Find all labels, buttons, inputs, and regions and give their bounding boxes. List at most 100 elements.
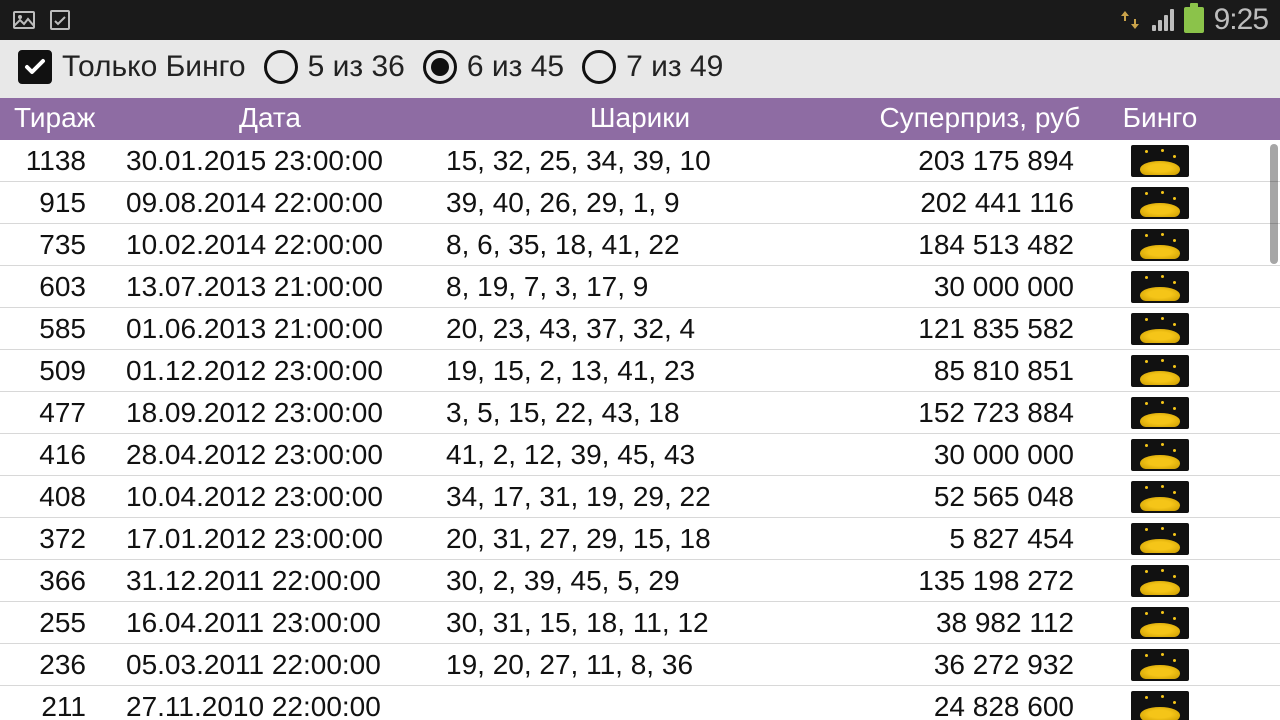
- cell-draw: 735: [0, 227, 110, 263]
- cell-draw: 211: [0, 689, 110, 720]
- cell-date: 10.02.2014 22:00:00: [110, 227, 430, 263]
- bingo-gold-icon: [1131, 229, 1189, 261]
- cell-draw: 236: [0, 647, 110, 683]
- radio-7-of-49[interactable]: 7 из 49: [582, 50, 723, 84]
- cell-draw: 1138: [0, 143, 110, 179]
- cell-date: 28.04.2012 23:00:00: [110, 437, 430, 473]
- cell-bingo: [1110, 689, 1210, 720]
- table-row[interactable]: 47718.09.2012 23:00:003, 5, 15, 22, 43, …: [0, 392, 1280, 434]
- checkbox-checked-icon: [18, 50, 52, 84]
- bingo-gold-icon: [1131, 691, 1189, 720]
- cell-bingo: [1110, 521, 1210, 557]
- cell-prize: 5 827 454: [850, 521, 1110, 557]
- bingo-gold-icon: [1131, 481, 1189, 513]
- cell-prize: 36 272 932: [850, 647, 1110, 683]
- bingo-gold-icon: [1131, 145, 1189, 177]
- cell-bingo: [1110, 605, 1210, 641]
- radio-5-of-36[interactable]: 5 из 36: [264, 50, 405, 84]
- cell-draw: 366: [0, 563, 110, 599]
- status-bar: 9:25: [0, 0, 1280, 40]
- header-draw[interactable]: Тираж: [0, 102, 110, 134]
- cell-bingo: [1110, 227, 1210, 263]
- status-clock: 9:25: [1214, 3, 1268, 37]
- bingo-gold-icon: [1131, 397, 1189, 429]
- cell-prize: 121 835 582: [850, 311, 1110, 347]
- table-row[interactable]: 23605.03.2011 22:00:0019, 20, 27, 11, 8,…: [0, 644, 1280, 686]
- cell-balls: 30, 31, 15, 18, 11, 12: [430, 605, 850, 641]
- cell-prize: 24 828 600: [850, 689, 1110, 720]
- cell-bingo: [1110, 437, 1210, 473]
- table-row[interactable]: 41628.04.2012 23:00:0041, 2, 12, 39, 45,…: [0, 434, 1280, 476]
- radio-icon: [582, 50, 616, 84]
- cell-draw: 255: [0, 605, 110, 641]
- cell-balls: [430, 705, 850, 709]
- cell-prize: 184 513 482: [850, 227, 1110, 263]
- cell-bingo: [1110, 311, 1210, 347]
- bingo-gold-icon: [1131, 187, 1189, 219]
- table-row[interactable]: 58501.06.2013 21:00:0020, 23, 43, 37, 32…: [0, 308, 1280, 350]
- cell-date: 01.06.2013 21:00:00: [110, 311, 430, 347]
- table-row[interactable]: 113830.01.2015 23:00:0015, 32, 25, 34, 3…: [0, 140, 1280, 182]
- cell-balls: 20, 23, 43, 37, 32, 4: [430, 311, 850, 347]
- cell-bingo: [1110, 563, 1210, 599]
- cell-balls: 3, 5, 15, 22, 43, 18: [430, 395, 850, 431]
- cell-balls: 15, 32, 25, 34, 39, 10: [430, 143, 850, 179]
- bingo-gold-icon: [1131, 355, 1189, 387]
- cell-bingo: [1110, 143, 1210, 179]
- table-row[interactable]: 36631.12.2011 22:00:0030, 2, 39, 45, 5, …: [0, 560, 1280, 602]
- radio-6-of-45[interactable]: 6 из 45: [423, 50, 564, 84]
- cell-prize: 202 441 116: [850, 185, 1110, 221]
- cell-prize: 30 000 000: [850, 437, 1110, 473]
- cell-draw: 915: [0, 185, 110, 221]
- cell-prize: 38 982 112: [850, 605, 1110, 641]
- table-row[interactable]: 73510.02.2014 22:00:008, 6, 35, 18, 41, …: [0, 224, 1280, 266]
- cell-balls: 8, 6, 35, 18, 41, 22: [430, 227, 850, 263]
- cell-date: 13.07.2013 21:00:00: [110, 269, 430, 305]
- header-bingo[interactable]: Бинго: [1110, 102, 1210, 134]
- save-icon: [48, 8, 72, 32]
- bingo-gold-icon: [1131, 313, 1189, 345]
- table-row[interactable]: 21127.11.2010 22:00:0024 828 600: [0, 686, 1280, 720]
- cell-bingo: [1110, 269, 1210, 305]
- cell-draw: 585: [0, 311, 110, 347]
- signal-icon: [1152, 9, 1174, 31]
- results-table: Тираж Дата Шарики Суперприз, руб Бинго 1…: [0, 98, 1280, 720]
- header-prize[interactable]: Суперприз, руб: [850, 102, 1110, 134]
- bingo-only-checkbox[interactable]: Только Бинго: [18, 50, 246, 84]
- cell-balls: 34, 17, 31, 19, 29, 22: [430, 479, 850, 515]
- cell-prize: 152 723 884: [850, 395, 1110, 431]
- radio-label: 6 из 45: [467, 50, 564, 84]
- cell-bingo: [1110, 479, 1210, 515]
- cell-date: 09.08.2014 22:00:00: [110, 185, 430, 221]
- cell-date: 31.12.2011 22:00:00: [110, 563, 430, 599]
- cell-balls: 41, 2, 12, 39, 45, 43: [430, 437, 850, 473]
- cell-bingo: [1110, 395, 1210, 431]
- cell-date: 10.04.2012 23:00:00: [110, 479, 430, 515]
- cell-prize: 30 000 000: [850, 269, 1110, 305]
- bingo-gold-icon: [1131, 565, 1189, 597]
- table-row[interactable]: 60313.07.2013 21:00:008, 19, 7, 3, 17, 9…: [0, 266, 1280, 308]
- bingo-gold-icon: [1131, 607, 1189, 639]
- header-balls[interactable]: Шарики: [430, 102, 850, 134]
- table-row[interactable]: 25516.04.2011 23:00:0030, 31, 15, 18, 11…: [0, 602, 1280, 644]
- header-date[interactable]: Дата: [110, 102, 430, 134]
- table-row[interactable]: 91509.08.2014 22:00:0039, 40, 26, 29, 1,…: [0, 182, 1280, 224]
- scrollbar-thumb[interactable]: [1270, 144, 1278, 264]
- table-row[interactable]: 37217.01.2012 23:00:0020, 31, 27, 29, 15…: [0, 518, 1280, 560]
- cell-balls: 20, 31, 27, 29, 15, 18: [430, 521, 850, 557]
- table-row[interactable]: 40810.04.2012 23:00:0034, 17, 31, 19, 29…: [0, 476, 1280, 518]
- radio-icon: [264, 50, 298, 84]
- bingo-gold-icon: [1131, 649, 1189, 681]
- bingo-gold-icon: [1131, 439, 1189, 471]
- radio-label: 7 из 49: [626, 50, 723, 84]
- table-row[interactable]: 50901.12.2012 23:00:0019, 15, 2, 13, 41,…: [0, 350, 1280, 392]
- cell-date: 30.01.2015 23:00:00: [110, 143, 430, 179]
- sync-icon: [1118, 8, 1142, 32]
- cell-bingo: [1110, 353, 1210, 389]
- gallery-icon: [12, 8, 36, 32]
- table-body[interactable]: 113830.01.2015 23:00:0015, 32, 25, 34, 3…: [0, 140, 1280, 720]
- cell-balls: 30, 2, 39, 45, 5, 29: [430, 563, 850, 599]
- cell-date: 17.01.2012 23:00:00: [110, 521, 430, 557]
- cell-date: 01.12.2012 23:00:00: [110, 353, 430, 389]
- cell-date: 16.04.2011 23:00:00: [110, 605, 430, 641]
